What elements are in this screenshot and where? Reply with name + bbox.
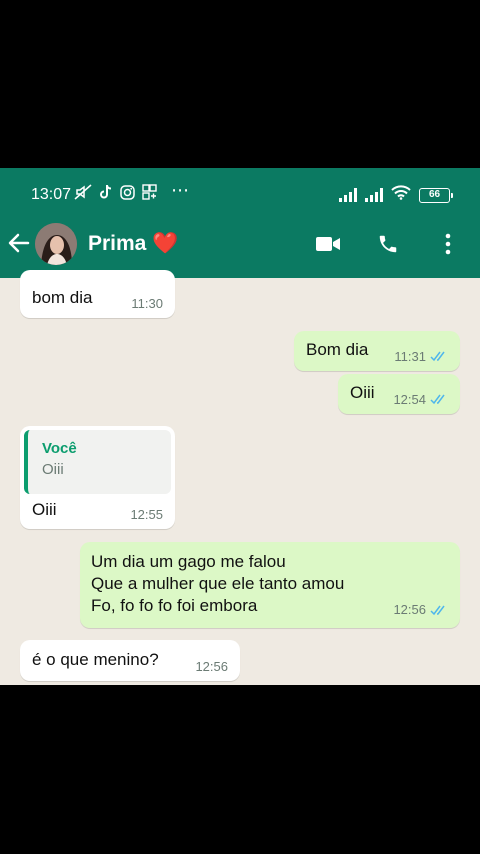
message-text: é o que menino?	[32, 650, 159, 669]
voice-call-icon[interactable]	[374, 230, 402, 258]
message-outgoing[interactable]: Bom dia 11:31	[294, 331, 460, 371]
message-incoming[interactable]: é o que menino? 12:56	[20, 640, 240, 681]
status-bar: 13:07 ⋯ 66	[0, 168, 480, 214]
back-arrow-icon[interactable]	[8, 232, 30, 254]
message-time: 12:54	[393, 392, 426, 407]
message-text: Oiii	[350, 383, 375, 402]
quote-author: Você	[42, 440, 77, 457]
message-text: Oiii	[32, 500, 57, 519]
status-time: 13:07	[31, 186, 72, 203]
message-outgoing[interactable]: Oiii 12:54	[338, 374, 460, 414]
notification-icons	[74, 184, 157, 205]
video-call-icon[interactable]	[314, 230, 342, 258]
message-meta: 12:54	[393, 392, 448, 407]
message-text: Bom dia	[306, 340, 369, 359]
quote-text: Oiii	[42, 461, 64, 478]
message-line: Fo, fo fo fo foi embora	[91, 596, 258, 615]
contact-name-text: Prima	[88, 232, 147, 255]
message-time: 12:55	[130, 507, 163, 522]
message-time: 12:56	[393, 602, 426, 617]
wifi-icon	[391, 185, 411, 205]
chat-messages[interactable]: bom dia 11:30 Bom dia 11:31 Oiii 12:54 V…	[0, 270, 480, 685]
read-ticks-icon	[430, 351, 445, 362]
message-time: 12:56	[195, 659, 228, 674]
message-line: Um dia um gago me falou	[91, 552, 286, 571]
chat-header: Prima ❤️	[0, 214, 480, 278]
heart-emoji: ❤️	[152, 232, 179, 255]
more-notifications-icon: ⋯	[171, 180, 190, 200]
tiktok-icon	[99, 184, 113, 205]
message-meta: 12:56	[393, 599, 448, 621]
message-meta: 11:31	[394, 349, 448, 364]
read-ticks-icon	[430, 394, 445, 405]
header-actions	[314, 230, 462, 258]
app-notification-icon	[142, 184, 157, 205]
system-icons: 66	[339, 185, 453, 205]
message-outgoing[interactable]: Um dia um gago me falou Que a mulher que…	[80, 542, 460, 628]
instagram-icon	[120, 184, 135, 205]
mute-icon	[74, 184, 92, 205]
battery-icon: 66	[419, 187, 453, 203]
message-time: 11:31	[394, 349, 426, 364]
message-text: bom dia	[32, 288, 93, 307]
contact-avatar[interactable]	[35, 223, 77, 265]
message-text: Um dia um gago me falou Que a mulher que…	[91, 551, 344, 617]
contact-name[interactable]: Prima ❤️	[88, 232, 179, 256]
signal-icon-2	[365, 188, 383, 202]
message-incoming[interactable]: bom dia 11:30	[20, 270, 175, 318]
more-options-icon[interactable]	[434, 230, 462, 258]
message-incoming-reply[interactable]: Você Oiii Oiii 12:55	[20, 426, 175, 529]
read-ticks-icon	[430, 605, 445, 615]
quoted-message[interactable]: Você Oiii	[24, 430, 171, 494]
signal-icon	[339, 188, 357, 202]
message-line: Que a mulher que ele tanto amou	[91, 574, 345, 593]
phone-screen: 13:07 ⋯ 66 Prima ❤️ bom dia 11:30 Bom di…	[0, 168, 480, 685]
message-time: 11:30	[131, 296, 163, 311]
